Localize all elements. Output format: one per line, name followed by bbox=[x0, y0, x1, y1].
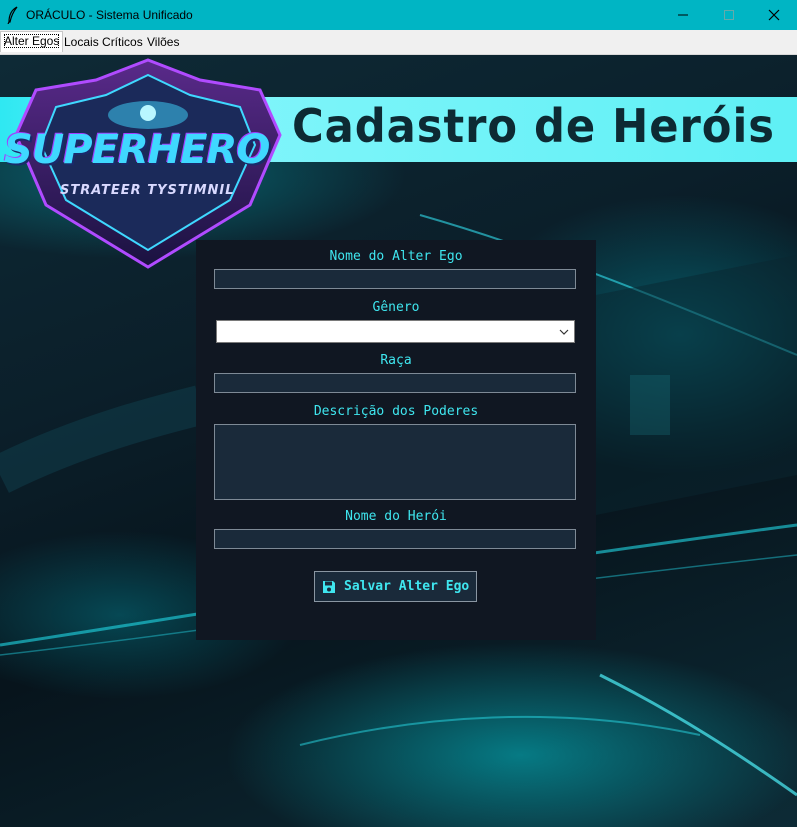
maximize-icon bbox=[724, 10, 734, 20]
alter-ego-input[interactable] bbox=[214, 269, 576, 289]
genero-select[interactable] bbox=[216, 320, 575, 343]
logo-text: SUPERHERO bbox=[4, 127, 270, 173]
maximize-button[interactable] bbox=[706, 0, 752, 30]
poderes-textarea[interactable] bbox=[214, 424, 576, 500]
page-title: Cadastro de Heróis bbox=[292, 99, 775, 153]
feather-icon bbox=[7, 6, 18, 24]
poderes-label: Descrição dos Poderes bbox=[313, 404, 479, 419]
tab-strip: Alter Egos Locais Críticos Vilões bbox=[0, 30, 797, 55]
close-icon bbox=[768, 9, 780, 21]
heroi-label: Nome do Herói bbox=[345, 509, 447, 524]
raca-label: Raça bbox=[380, 353, 412, 368]
raca-input[interactable] bbox=[214, 373, 576, 393]
logo-subtext: STRATEER TYSTIMNIL bbox=[60, 183, 235, 198]
heroi-input[interactable] bbox=[214, 529, 576, 549]
minimize-icon bbox=[678, 14, 688, 16]
tab-alter-egos[interactable]: Alter Egos bbox=[0, 31, 64, 52]
tab-label: Locais Críticos bbox=[64, 35, 143, 49]
title-bar: ORÁCULO - Sistema Unificado bbox=[0, 0, 797, 30]
tab-locais-criticos[interactable]: Locais Críticos bbox=[61, 33, 146, 52]
alter-ego-label: Nome do Alter Ego bbox=[329, 249, 463, 264]
tab-label: Vilões bbox=[147, 35, 180, 49]
superhero-logo: SUPERHERO STRATEER TYSTIMNIL bbox=[0, 55, 295, 270]
tab-viloes[interactable]: Vilões bbox=[144, 33, 182, 52]
chevron-down-icon bbox=[559, 329, 569, 335]
genero-label: Gênero bbox=[372, 300, 420, 315]
window-title: ORÁCULO - Sistema Unificado bbox=[26, 8, 193, 22]
save-button-label: Salvar Alter Ego bbox=[344, 579, 470, 594]
floppy-disk-icon bbox=[323, 580, 335, 593]
alter-ego-form: Nome do Alter Ego Gênero Raça Descrição … bbox=[196, 240, 596, 640]
close-button[interactable] bbox=[751, 0, 797, 30]
save-alter-ego-button[interactable]: Salvar Alter Ego bbox=[314, 571, 477, 602]
minimize-button[interactable] bbox=[660, 0, 706, 30]
tab-content: Cadastro de Heróis SUPERHERO STRATEER TY… bbox=[0, 55, 797, 827]
tab-label: Alter Egos bbox=[4, 34, 60, 48]
